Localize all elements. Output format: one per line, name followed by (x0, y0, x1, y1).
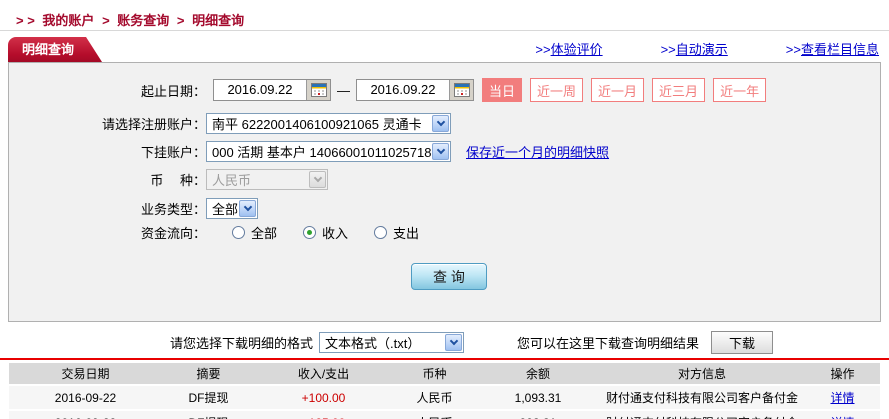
cell-amount: +125.00 (255, 416, 392, 419)
top-links: >>体验评价 >>自动演示 >>查看栏目信息 (477, 39, 879, 62)
register-account-label: 请选择注册账户： (18, 114, 206, 133)
query-form-panel: 起止日期： 2016.09.22 — 2016.09.22 (8, 62, 881, 322)
red-divider (0, 358, 889, 360)
query-button[interactable]: 查 询 (411, 263, 487, 290)
link-auto-demo[interactable]: >>自动演示 (661, 39, 728, 58)
table-row: 2016-09-22 DF提现 +125.00 人民币 993.31 财付通支付… (9, 411, 880, 419)
biz-type-value: 全部 (207, 199, 238, 218)
download-row: 请您选择下载明细的格式 文本格式（.txt） 您可以在这里下载查询明细结果 下载 (170, 331, 889, 354)
currency-row: 币 种： 人民币 (18, 169, 880, 189)
download-button[interactable]: 下载 (711, 331, 773, 354)
currency-label: 币 种： (18, 170, 206, 189)
register-account-value: 南平 6222001406100921065 灵通卡 (207, 114, 431, 133)
currency-value: 人民币 (207, 170, 308, 189)
chevron-down-icon (309, 171, 326, 188)
calendar-icon[interactable] (449, 80, 473, 100)
table-header-row: 交易日期 摘要 收入/支出 币种 余额 对方信息 操作 (9, 363, 880, 384)
register-account-select[interactable]: 南平 6222001406100921065 灵通卡 (206, 113, 451, 134)
header-balance: 余额 (477, 365, 599, 382)
cell-currency: 人民币 (392, 414, 477, 419)
transaction-table: 交易日期 摘要 收入/支出 币种 余额 对方信息 操作 2016-09-22 D… (9, 363, 880, 419)
link-experience-review[interactable]: >>体验评价 (535, 39, 602, 58)
header-currency: 币种 (392, 365, 477, 382)
breadcrumb-item-detail-query[interactable]: 明细查询 (192, 13, 244, 28)
cell-currency: 人民币 (392, 389, 477, 406)
detail-link[interactable]: 详情 (830, 391, 854, 405)
tab-detail-query[interactable]: 明细查询 (8, 37, 102, 62)
breadcrumb-prefix: > > (16, 13, 35, 28)
save-snapshot-link[interactable]: 保存近一个月的明细快照 (466, 142, 609, 161)
sub-account-label: 下挂账户： (18, 142, 206, 161)
link-prefix: >> (661, 42, 676, 57)
download-format-value: 文本格式（.txt） (320, 333, 444, 352)
date-from-value[interactable]: 2016.09.22 (214, 80, 306, 100)
chevron-down-icon[interactable] (432, 143, 449, 160)
date-from-input[interactable]: 2016.09.22 (213, 79, 331, 101)
chevron-down-icon[interactable] (432, 115, 449, 132)
link-view-column-info[interactable]: >>查看栏目信息 (786, 39, 879, 58)
sub-account-row: 下挂账户： 000 活期 基本户 1406600101102571848 保存近… (18, 141, 880, 161)
header-amount: 收入/支出 (255, 365, 392, 382)
cell-date: 2016-09-22 (9, 391, 162, 405)
currency-select: 人民币 (206, 169, 328, 190)
cell-balance: 1,093.31 (477, 391, 599, 405)
cell-counterparty: 财付通支付科技有限公司客户备付金 (599, 414, 805, 419)
quick-range-quarter[interactable]: 近三月 (652, 78, 705, 102)
cell-summary: DF提现 (162, 389, 255, 406)
calendar-icon[interactable] (306, 80, 330, 100)
header-counterparty: 对方信息 (599, 365, 805, 382)
radio-icon[interactable] (232, 226, 245, 239)
cell-amount: +100.00 (255, 391, 392, 405)
chevron-down-icon[interactable] (239, 200, 256, 217)
register-account-row: 请选择注册账户： 南平 6222001406100921065 灵通卡 (18, 113, 880, 133)
quick-range-month[interactable]: 近一月 (591, 78, 644, 102)
date-range-label: 起止日期： (18, 81, 206, 100)
header-date: 交易日期 (9, 365, 162, 382)
flow-radio-all-label: 全部 (251, 223, 277, 242)
quick-range-today[interactable]: 当日 (482, 78, 522, 102)
date-range-row: 起止日期： 2016.09.22 — 2016.09.22 (18, 79, 880, 101)
flow-direction-row: 资金流向： 全部 收入 支出 (18, 223, 880, 241)
biz-type-select[interactable]: 全部 (206, 198, 258, 219)
flow-radio-income-label: 收入 (322, 223, 348, 242)
sub-account-value: 000 活期 基本户 1406600101102571848 (207, 142, 431, 161)
breadcrumb-item-my-account[interactable]: 我的账户 (42, 13, 94, 28)
table-row: 2016-09-22 DF提现 +100.00 人民币 1,093.31 财付通… (9, 386, 880, 409)
breadcrumb-separator: > (102, 13, 110, 28)
radio-icon[interactable] (374, 226, 387, 239)
date-to-value[interactable]: 2016.09.22 (357, 80, 449, 100)
breadcrumb: > > 我的账户 > 账务查询 > 明细查询 (0, 0, 889, 31)
breadcrumb-item-account-query[interactable]: 账务查询 (117, 13, 169, 28)
sub-account-select[interactable]: 000 活期 基本户 1406600101102571848 (206, 141, 451, 162)
header-action: 操作 (805, 365, 880, 382)
quick-range-year[interactable]: 近一年 (713, 78, 766, 102)
cell-balance: 993.31 (477, 416, 599, 419)
cell-summary: DF提现 (162, 414, 255, 419)
download-format-label: 请您选择下载明细的格式 (170, 333, 313, 352)
download-format-select[interactable]: 文本格式（.txt） (319, 332, 464, 353)
flow-radio-expense-label: 支出 (393, 223, 419, 242)
download-hint: 您可以在这里下载查询明细结果 (517, 333, 699, 352)
radio-checked-icon[interactable] (303, 226, 316, 239)
flow-radio-income[interactable]: 收入 (303, 223, 348, 242)
link-prefix: >> (786, 42, 801, 57)
tab-row: 明细查询 >>体验评价 >>自动演示 >>查看栏目信息 (8, 37, 879, 62)
quick-range-week[interactable]: 近一周 (530, 78, 583, 102)
link-prefix: >> (535, 42, 550, 57)
cell-counterparty: 财付通支付科技有限公司客户备付金 (599, 389, 805, 406)
biz-type-row: 业务类型： 全部 (18, 197, 880, 219)
cell-date: 2016-09-22 (9, 416, 162, 419)
chevron-down-icon[interactable] (445, 334, 462, 351)
flow-direction-label: 资金流向： (18, 223, 206, 242)
header-summary: 摘要 (162, 365, 255, 382)
date-to-input[interactable]: 2016.09.22 (356, 79, 474, 101)
biz-type-label: 业务类型： (18, 199, 206, 218)
flow-radio-all[interactable]: 全部 (232, 223, 277, 242)
date-separator: — (337, 83, 350, 98)
breadcrumb-separator: > (177, 13, 185, 28)
flow-radio-expense[interactable]: 支出 (374, 223, 419, 242)
